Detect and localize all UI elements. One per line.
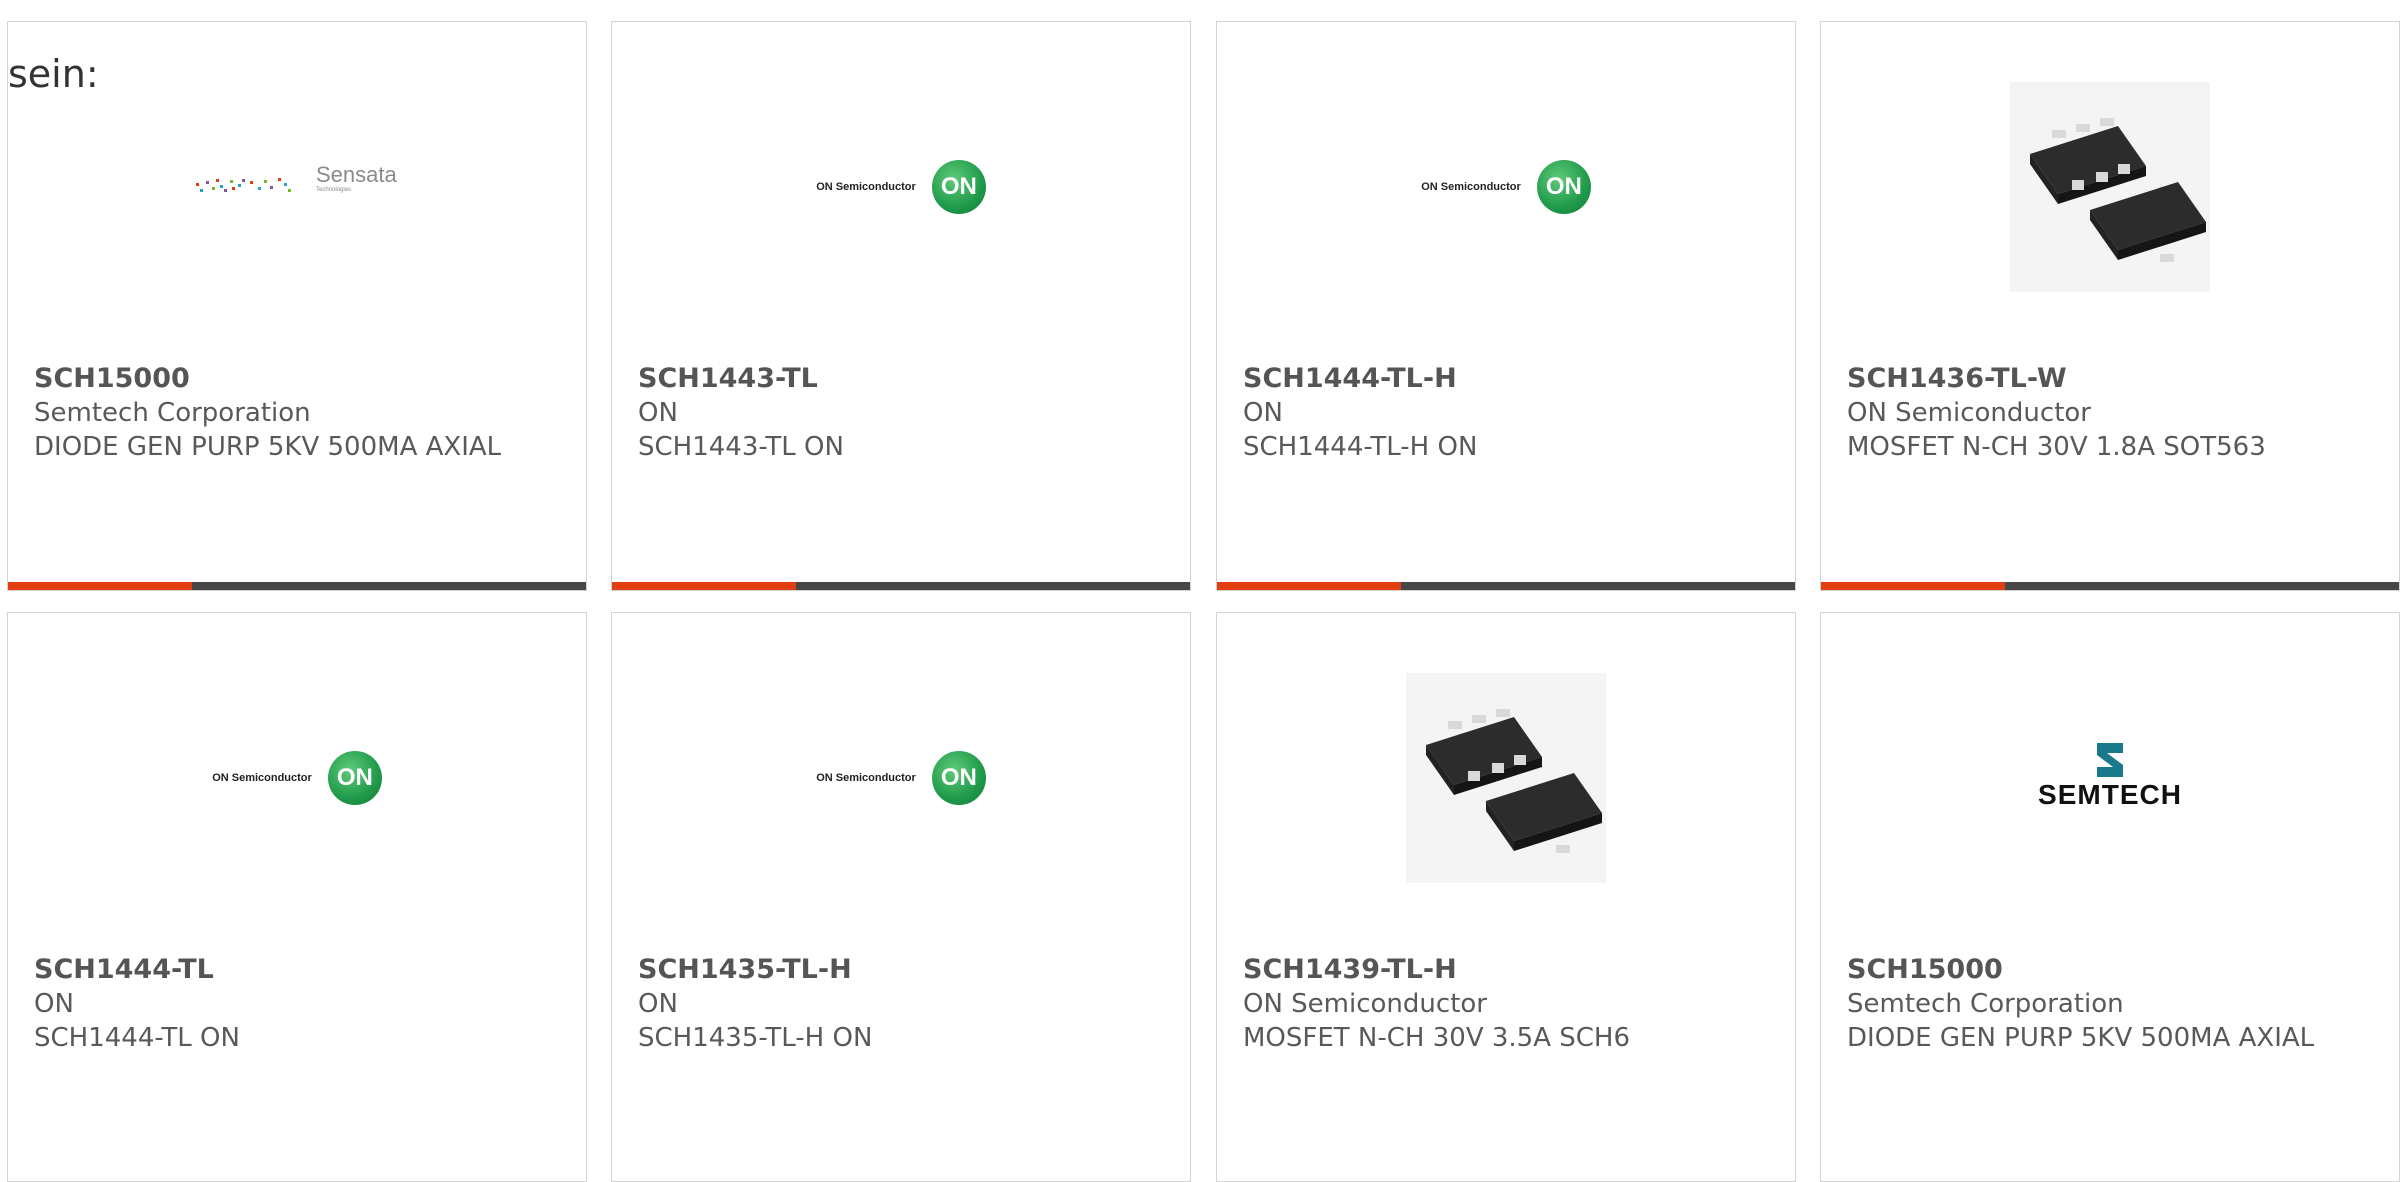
sensata-logo-text: Sensata: [316, 162, 397, 187]
part-number[interactable]: SCH1435-TL-H: [638, 953, 1170, 987]
product-grid: Sensata Technologies SCH15000 Semtech Co…: [0, 0, 2400, 1182]
product-card[interactable]: ON Semiconductor ON SCH1443-TL ON SCH144…: [611, 21, 1191, 591]
card-bar: [612, 582, 1190, 590]
card-bar-accent: [1217, 582, 1401, 590]
part-number[interactable]: SCH1436-TL-W: [1847, 362, 2379, 396]
product-image: ON Semiconductor ON: [612, 82, 1190, 292]
manufacturer: ON: [638, 398, 678, 428]
on-semiconductor-logo: ON Semiconductor ON: [1421, 160, 1591, 214]
on-badge-icon: ON: [327, 751, 382, 805]
semtech-logo-text: SEMTECH: [2038, 779, 2182, 810]
part-number[interactable]: SCH1439-TL-H: [1243, 953, 1775, 987]
on-badge-icon: ON: [1536, 160, 1591, 214]
on-badge-icon: ON: [931, 751, 986, 805]
sensata-logo-subtext: Technologies: [316, 187, 352, 193]
part-number[interactable]: SCH15000: [34, 362, 566, 396]
sch6-package-icon: [1406, 673, 1606, 883]
description: MOSFET N-CH 30V 1.8A SOT563: [1847, 432, 2266, 462]
part-number[interactable]: SCH15000: [1847, 953, 2379, 987]
product-card[interactable]: SCH1436-TL-W ON Semiconductor MOSFET N-C…: [1820, 21, 2400, 591]
manufacturer: ON: [638, 989, 678, 1019]
product-card[interactable]: Sensata Technologies SCH15000 Semtech Co…: [7, 21, 587, 591]
part-number[interactable]: SCH1444-TL-H: [1243, 362, 1775, 396]
product-card[interactable]: ON Semiconductor ON SCH1444-TL-H ON SCH1…: [1216, 21, 1796, 591]
manufacturer: ON: [1243, 398, 1283, 428]
description: SCH1444-TL ON: [34, 1023, 240, 1053]
part-number[interactable]: SCH1444-TL: [34, 953, 566, 987]
manufacturer: ON Semiconductor: [1243, 989, 1487, 1019]
manufacturer: Semtech Corporation: [34, 398, 311, 428]
semtech-logo: SEMTECH: [2005, 743, 2215, 813]
product-image: ON Semiconductor ON: [612, 673, 1190, 883]
description: DIODE GEN PURP 5KV 500MA AXIAL: [1847, 1023, 2315, 1053]
product-image: Sensata Technologies: [8, 82, 586, 292]
product-image: [1821, 82, 2399, 292]
product-image: ON Semiconductor ON: [1217, 82, 1795, 292]
card-bar-accent: [8, 582, 192, 590]
on-logo-text: ON Semiconductor: [816, 772, 916, 784]
product-image: [1217, 673, 1795, 883]
card-bar: [1217, 582, 1795, 590]
description: SCH1444-TL-H ON: [1243, 432, 1478, 462]
card-bar-accent: [612, 582, 796, 590]
on-semiconductor-logo: ON Semiconductor ON: [816, 751, 986, 805]
on-logo-text: ON Semiconductor: [816, 181, 916, 193]
on-logo-text: ON Semiconductor: [212, 772, 312, 784]
manufacturer: ON Semiconductor: [1847, 398, 2091, 428]
semtech-mark-icon: [2097, 743, 2123, 777]
manufacturer: ON: [34, 989, 74, 1019]
sot563-package-icon: [2010, 82, 2210, 292]
product-card[interactable]: SEMTECH SCH15000 Semtech Corporation DIO…: [1820, 612, 2400, 1182]
card-bar-accent: [1821, 582, 2005, 590]
on-logo-text: ON Semiconductor: [1421, 181, 1521, 193]
on-semiconductor-logo: ON Semiconductor ON: [816, 160, 986, 214]
product-image: ON Semiconductor ON: [8, 673, 586, 883]
on-semiconductor-logo: ON Semiconductor ON: [212, 751, 382, 805]
part-number[interactable]: SCH1443-TL: [638, 362, 1170, 396]
card-bar: [8, 582, 586, 590]
product-card[interactable]: SCH1439-TL-H ON Semiconductor MOSFET N-C…: [1216, 612, 1796, 1182]
description: DIODE GEN PURP 5KV 500MA AXIAL: [34, 432, 502, 462]
product-card[interactable]: ON Semiconductor ON SCH1444-TL ON SCH144…: [7, 612, 587, 1182]
manufacturer: Semtech Corporation: [1847, 989, 2124, 1019]
description: MOSFET N-CH 30V 3.5A SCH6: [1243, 1023, 1631, 1053]
description: SCH1435-TL-H ON: [638, 1023, 873, 1053]
product-card[interactable]: ON Semiconductor ON SCH1435-TL-H ON SCH1…: [611, 612, 1191, 1182]
on-badge-icon: ON: [931, 160, 986, 214]
intro-text: sein:: [8, 52, 99, 96]
card-bar: [1821, 582, 2399, 590]
product-image: SEMTECH: [1821, 673, 2399, 883]
description: SCH1443-TL ON: [638, 432, 844, 462]
